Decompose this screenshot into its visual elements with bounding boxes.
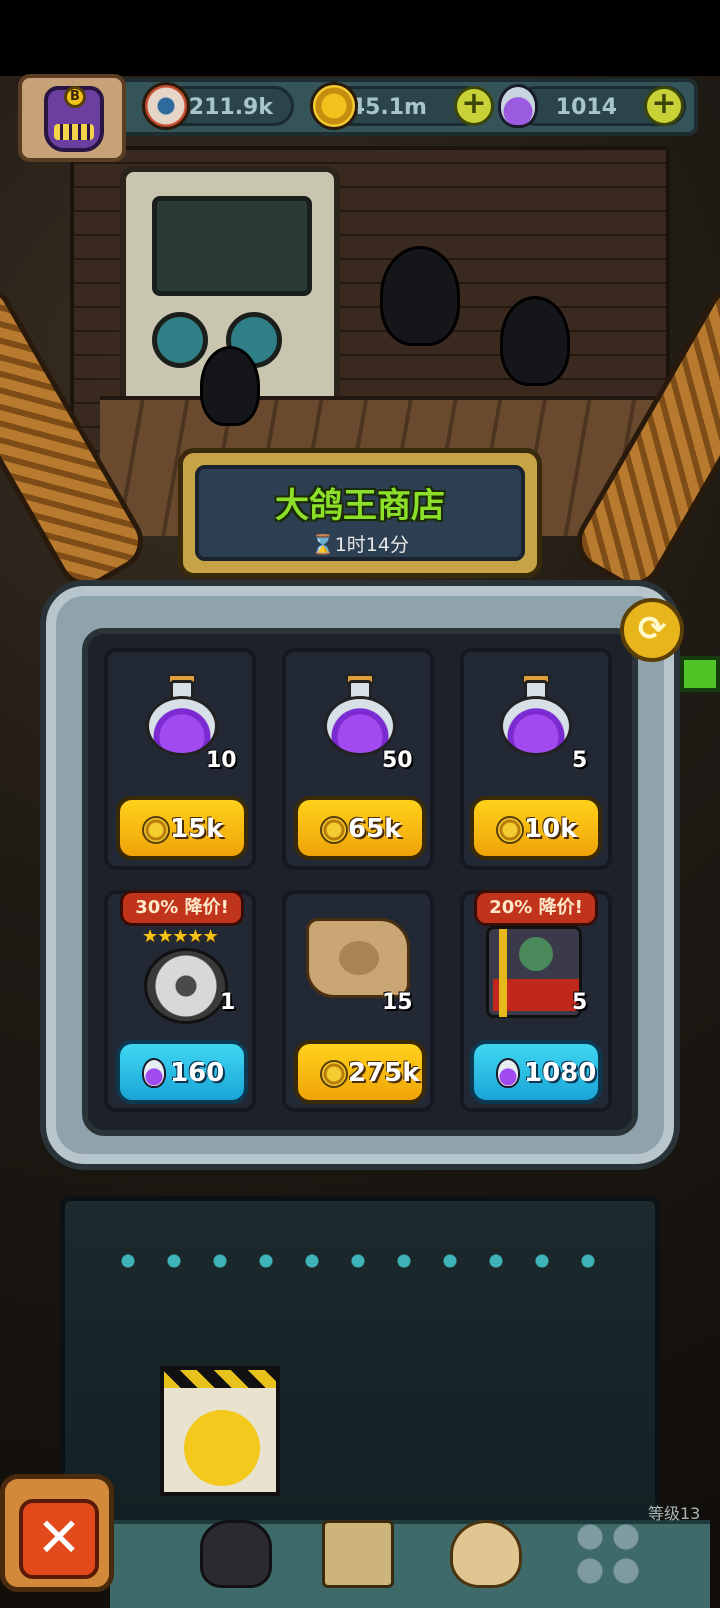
potion-icon	[496, 1058, 520, 1088]
price-label: 1080	[524, 1058, 597, 1088]
status-bar-area	[0, 0, 720, 76]
potions-value: 1014	[555, 95, 617, 120]
coin-icon	[496, 816, 524, 844]
star-rating: ★★★★★	[142, 926, 219, 947]
potion-icon	[144, 674, 220, 756]
creature	[500, 296, 570, 386]
potion-icon	[322, 674, 398, 756]
hazard-stripe	[164, 1370, 276, 1388]
book-nav-icon[interactable]	[322, 1520, 394, 1588]
green-pipe	[680, 656, 720, 692]
player-avatar[interactable]: B	[18, 74, 126, 162]
timer-text: 1时14分	[334, 534, 409, 556]
close-icon: ✕	[19, 1499, 99, 1579]
dial-left	[152, 312, 208, 368]
price-label: 15k	[170, 814, 224, 844]
eyeball-icon	[142, 82, 190, 130]
buy-button[interactable]: 65k	[294, 796, 426, 860]
coin-icon	[320, 1060, 348, 1088]
factory-machine	[60, 1196, 660, 1556]
treasure-map-icon	[306, 918, 410, 998]
coin-icon	[310, 82, 358, 130]
item-amount: 1	[220, 990, 236, 1015]
buy-button[interactable]: 10k	[470, 796, 602, 860]
potion-icon	[142, 1058, 166, 1088]
buy-button[interactable]: 15k	[116, 796, 248, 860]
add-coins-button[interactable]: +	[454, 86, 494, 126]
coins-value: 45.1m	[349, 95, 427, 120]
item-amount: 15	[382, 990, 413, 1015]
player-level: 等级13	[648, 1504, 701, 1523]
machine-window	[152, 196, 312, 296]
price-label: 275k	[348, 1058, 420, 1088]
item-amount: 5	[572, 990, 588, 1015]
avatar-badge: B	[64, 86, 86, 108]
item-amount: 5	[572, 748, 588, 773]
coin-icon	[320, 816, 348, 844]
shop-timer: ⌛1时14分	[178, 530, 542, 557]
price-label: 160	[170, 1058, 225, 1088]
potion-icon	[498, 674, 574, 756]
hourglass-icon: ⌛	[311, 534, 335, 556]
grid-nav-icon[interactable]	[572, 1520, 644, 1588]
buy-button[interactable]: 275k	[294, 1040, 426, 1104]
warning-poster	[160, 1366, 280, 1496]
machine-lights	[105, 1251, 625, 1271]
robot-fighter-icon	[486, 926, 582, 1018]
crown-icon: B	[44, 86, 104, 152]
item-amount: 50	[382, 748, 413, 773]
poster-moon	[184, 1410, 260, 1486]
item-amount: 10	[206, 748, 237, 773]
bag-nav-icon[interactable]	[450, 1520, 522, 1588]
refresh-button[interactable]: ⟳	[620, 598, 684, 662]
creature-nav-icon[interactable]	[200, 1520, 272, 1588]
eyes-value: 211.9k	[188, 95, 273, 120]
price-label: 65k	[348, 814, 402, 844]
crown-teeth	[54, 124, 94, 140]
coin-icon	[142, 816, 170, 844]
buy-button[interactable]: 1080	[470, 1040, 602, 1104]
buy-button[interactable]: 160	[116, 1040, 248, 1104]
creature	[380, 246, 460, 346]
potion-icon	[498, 84, 538, 128]
creature	[200, 346, 260, 426]
discount-badge: 30% 降价!	[120, 890, 244, 926]
discount-badge: 20% 降价!	[474, 890, 598, 926]
close-button[interactable]: ✕	[0, 1474, 114, 1592]
rune-orb-icon	[144, 948, 228, 1024]
add-potions-button[interactable]: +	[644, 86, 684, 126]
price-label: 10k	[524, 814, 578, 844]
shop-title: 大鸽王商店	[275, 486, 445, 526]
